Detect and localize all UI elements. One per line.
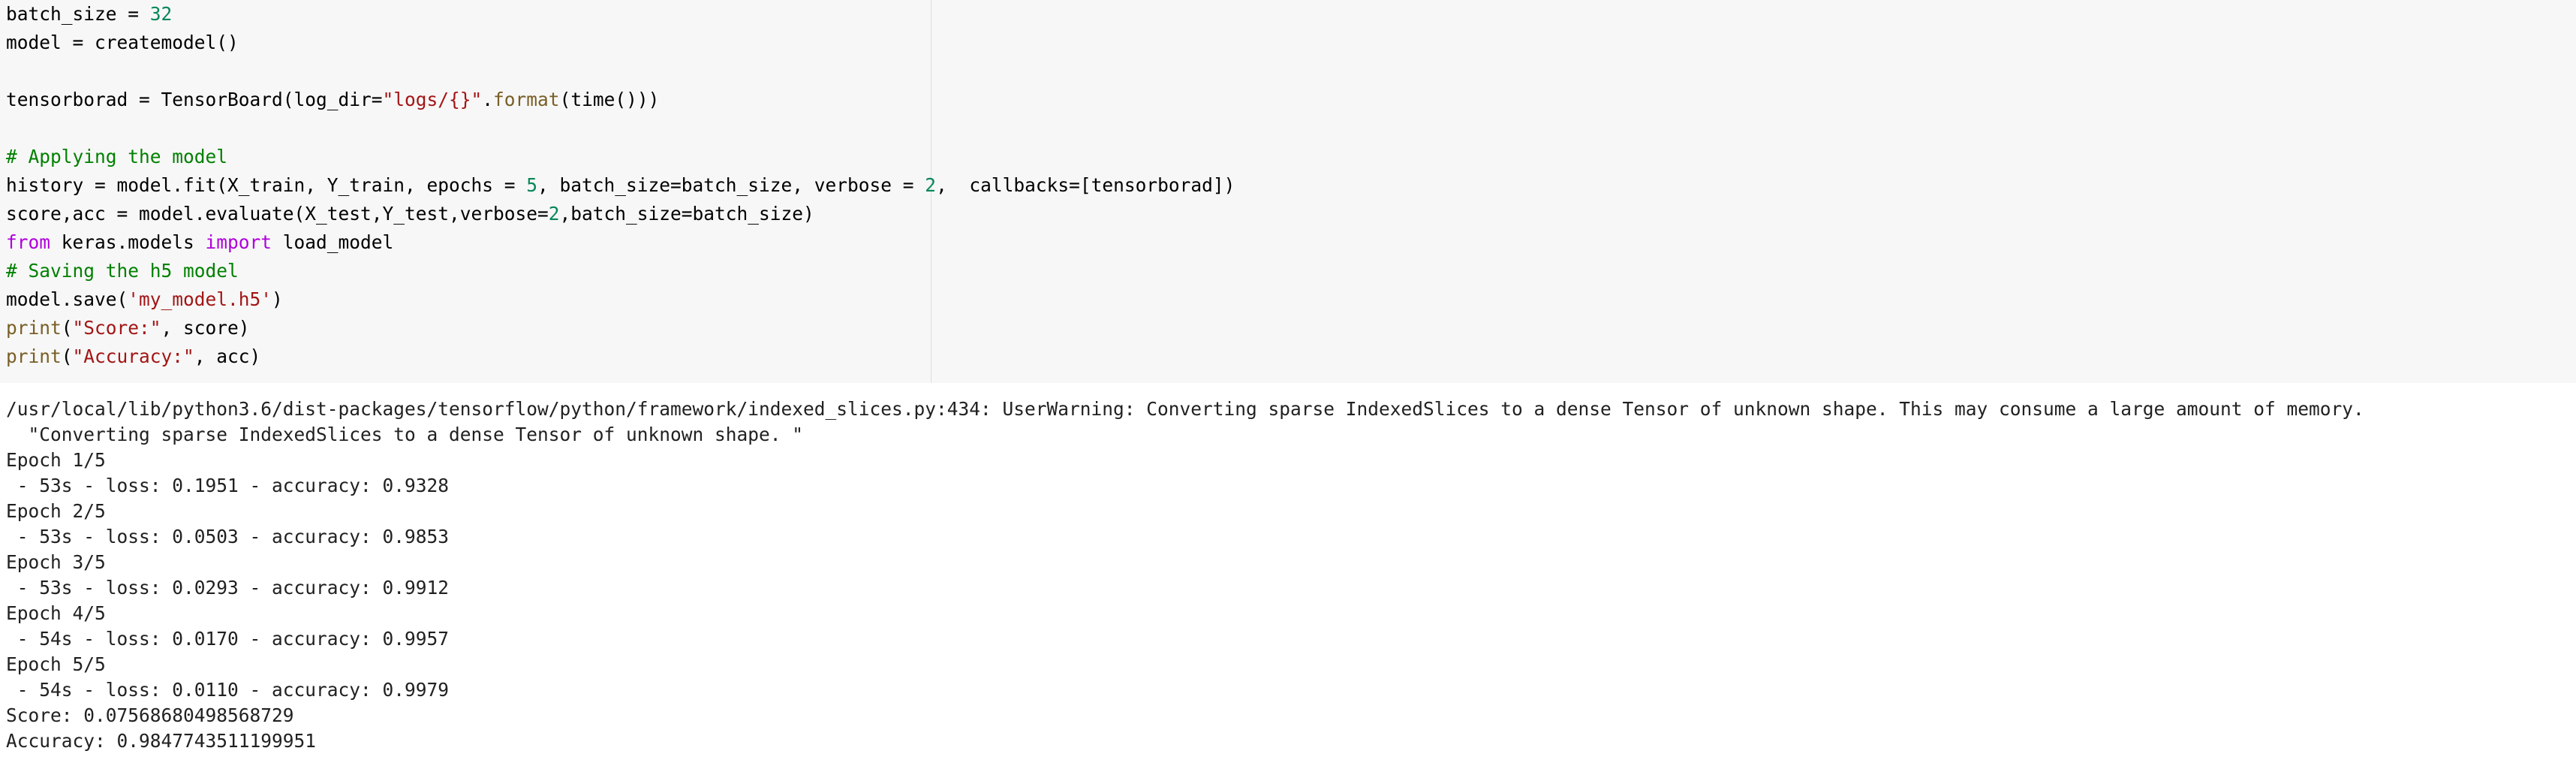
code-line[interactable]: print("Accuracy:", acc) (6, 342, 1235, 371)
code-token: import (205, 231, 272, 253)
code-token: model = createmodel() (6, 32, 239, 53)
code-line[interactable]: model.save('my_model.h5') (6, 285, 1235, 314)
output-line: Score: 0.07568680498568729 (6, 704, 294, 726)
code-line[interactable]: from keras.models import load_model (6, 228, 1235, 257)
code-token: ( (61, 317, 73, 339)
output-line: Accuracy: 0.9847743511199951 (6, 730, 317, 752)
code-token: "logs/{}" (382, 89, 483, 110)
code-line[interactable]: tensorborad = TensorBoard(log_dir="logs/… (6, 86, 1235, 114)
code-comment: # Saving the h5 model (6, 260, 239, 282)
code-token: tensorborad = TensorBoard(log_dir= (6, 89, 383, 110)
code-token: 5 (526, 174, 538, 196)
output-line: - 53s - loss: 0.1951 - accuracy: 0.9328 (6, 475, 450, 496)
code-line[interactable]: history = model.fit(X_train, Y_train, ep… (6, 171, 1235, 200)
code-token: model.save( (6, 288, 128, 310)
code-token: , batch_size=batch_size, verbose = (537, 174, 925, 196)
code-token: 32 (149, 3, 173, 25)
output-line: "Converting sparse IndexedSlices to a de… (6, 424, 804, 445)
code-token: print (6, 317, 62, 339)
code-token: , score) (161, 317, 250, 339)
code-token: ,batch_size=batch_size) (559, 203, 814, 225)
code-token: . (482, 89, 494, 110)
code-token: keras.models (50, 231, 206, 253)
output-line: Epoch 5/5 (6, 653, 106, 675)
code-token: load_model (272, 231, 394, 253)
code-comment: # Applying the model (6, 146, 228, 167)
code-line[interactable] (6, 114, 1235, 143)
code-token: format (493, 89, 560, 110)
code-token: ) (272, 288, 283, 310)
code-token: (time())) (559, 89, 660, 110)
code-token: 'my_model.h5' (128, 288, 272, 310)
output-line: Epoch 4/5 (6, 602, 106, 624)
code-line[interactable]: print("Score:", score) (6, 314, 1235, 342)
code-token: 2 (548, 203, 560, 225)
code-line[interactable]: model = createmodel() (6, 29, 1235, 57)
output-line: Epoch 1/5 (6, 449, 106, 471)
code-token: print (6, 345, 62, 367)
code-token: 2 (925, 174, 937, 196)
cell-output: /usr/local/lib/python3.6/dist-packages/t… (6, 397, 2364, 754)
output-line: /usr/local/lib/python3.6/dist-packages/t… (6, 398, 2364, 420)
code-token: , acc) (194, 345, 261, 367)
output-line: - 54s - loss: 0.0110 - accuracy: 0.9979 (6, 679, 450, 701)
code-token: ( (61, 345, 73, 367)
output-line: - 53s - loss: 0.0503 - accuracy: 0.9853 (6, 526, 450, 547)
output-line: Epoch 2/5 (6, 500, 106, 522)
output-line: - 54s - loss: 0.0170 - accuracy: 0.9957 (6, 628, 450, 650)
code-token: score,acc = model.evaluate(X_test,Y_test… (6, 203, 549, 225)
code-token: history = model.fit(X_train, Y_train, ep… (6, 174, 527, 196)
code-token: "Score:" (72, 317, 161, 339)
code-token: batch_size = (6, 3, 150, 25)
code-token: "Accuracy:" (72, 345, 194, 367)
code-cell[interactable]: batch_size = 32 model = createmodel() tens… (0, 0, 2576, 383)
code-editor[interactable]: batch_size = 32 model = createmodel() tens… (6, 0, 1235, 371)
code-line[interactable]: # Applying the model (6, 143, 1235, 171)
code-token: , callbacks=[tensorborad]) (936, 174, 1235, 196)
output-line: Epoch 3/5 (6, 551, 106, 573)
code-line[interactable]: # Saving the h5 model (6, 257, 1235, 285)
code-line[interactable] (6, 57, 1235, 86)
code-token: from (6, 231, 51, 253)
code-line[interactable]: score,acc = model.evaluate(X_test,Y_test… (6, 200, 1235, 228)
code-line[interactable]: batch_size = 32 (6, 0, 1235, 29)
output-line: - 53s - loss: 0.0293 - accuracy: 0.9912 (6, 577, 450, 599)
